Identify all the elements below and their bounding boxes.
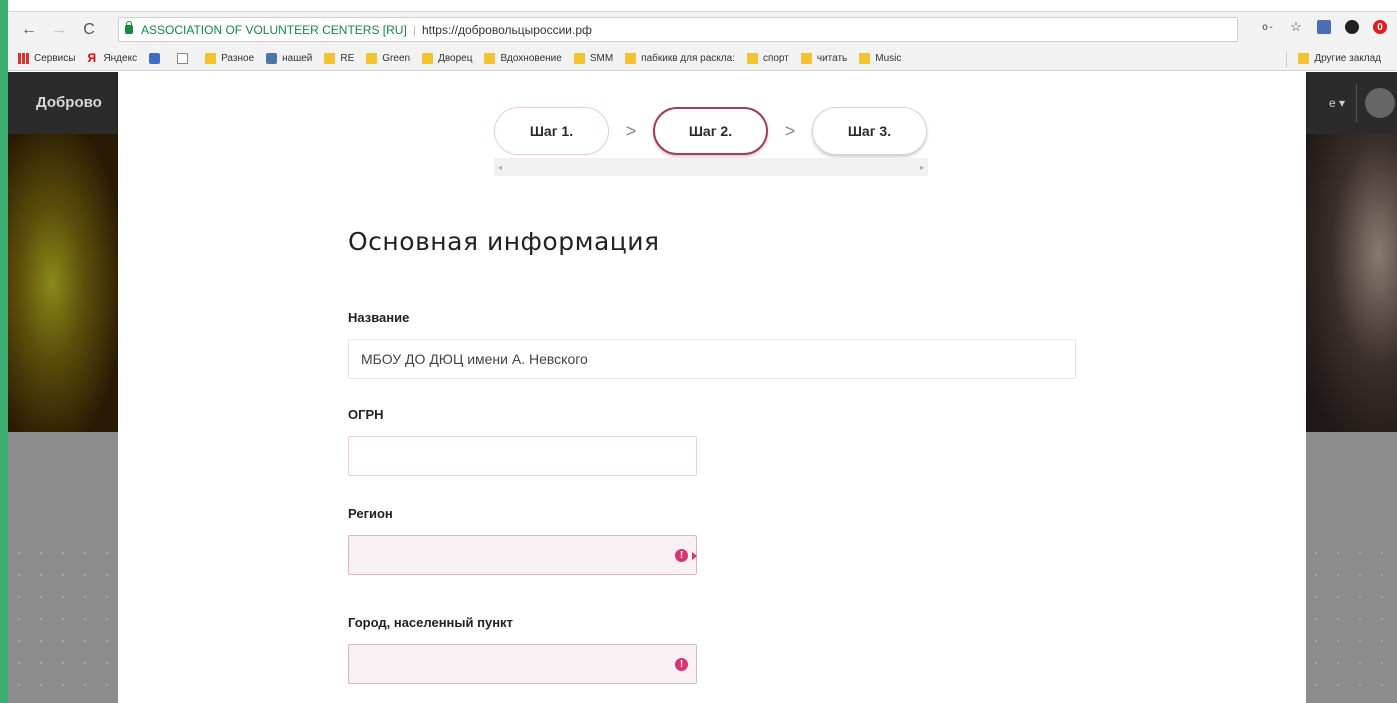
- blue-app-icon: [149, 53, 161, 64]
- registration-modal: Шаг 1. > Шаг 2. > Шаг 3. ◂ ▸ Основная ин…: [118, 72, 1306, 703]
- step-indicator: Шаг 1. > Шаг 2. > Шаг 3.: [494, 107, 927, 155]
- bookmarks-bar: Сервисы Я Яндекс Разное нашей RE Green Дв…: [8, 47, 1397, 71]
- bookmark-music[interactable]: Music: [859, 53, 901, 64]
- site-identity: ASSOCIATION OF VOLUNTEER CENTERS [RU]: [141, 22, 407, 37]
- key-icon[interactable]: o-: [1261, 20, 1275, 34]
- url-text: https://добровольцыроссии.рф: [421, 22, 592, 37]
- yandex-icon: Я: [87, 51, 97, 65]
- ogrn-field[interactable]: [348, 436, 697, 476]
- address-bar[interactable]: ASSOCIATION OF VOLUNTEER CENTERS [RU] | …: [118, 17, 1238, 42]
- folder-icon: [324, 53, 336, 64]
- hero-image-right: [1305, 134, 1397, 432]
- bookmark-other[interactable]: Другие заклад: [1298, 53, 1381, 64]
- back-button[interactable]: ←: [18, 19, 40, 41]
- bookmark-nashei[interactable]: нашей: [266, 53, 312, 64]
- region-label: Регион: [348, 506, 393, 521]
- ogrn-label: ОГРН: [348, 407, 384, 422]
- ext-blue-icon[interactable]: [1317, 20, 1331, 34]
- folder-icon: [746, 53, 758, 64]
- error-icon: !: [675, 658, 688, 671]
- folder-icon: [573, 53, 585, 64]
- bookmark-dvorets[interactable]: Дворец: [422, 53, 472, 64]
- bookmark-doc[interactable]: [177, 53, 193, 64]
- bookmark-chitat[interactable]: читать: [800, 53, 847, 64]
- step-1[interactable]: Шаг 1.: [494, 107, 609, 155]
- bookmark-raznoe[interactable]: Разное: [205, 53, 254, 64]
- forward-button[interactable]: →: [48, 19, 70, 41]
- scroll-right-icon[interactable]: ▸: [920, 163, 924, 172]
- folder-icon: [484, 53, 496, 64]
- scroll-left-icon[interactable]: ◂: [498, 163, 502, 172]
- steps-scrollbar[interactable]: ◂ ▸: [494, 158, 928, 176]
- dot-pattern-right: [1305, 542, 1397, 703]
- apps-icon: [18, 53, 29, 64]
- folder-icon: [1298, 53, 1310, 64]
- dot-pattern-left: [8, 542, 118, 703]
- error-icon: !: [675, 549, 688, 562]
- extensions-area: o- ☆ 0: [1261, 19, 1387, 34]
- header-divider: [1356, 84, 1357, 122]
- city-field[interactable]: !: [348, 644, 697, 684]
- arrow-right-icon: [692, 552, 697, 560]
- bookmark-services[interactable]: Сервисы: [18, 53, 75, 64]
- url-separator: |: [412, 22, 416, 37]
- basic-info-form: Основная информация Название МБОУ ДО ДЮЦ…: [348, 227, 1078, 684]
- doc-icon: [177, 53, 189, 64]
- city-label: Город, населенный пункт: [348, 615, 513, 630]
- bookmark-blue-app[interactable]: [149, 53, 165, 64]
- name-label: Название: [348, 310, 410, 325]
- step-2[interactable]: Шаг 2.: [653, 107, 768, 155]
- browser-toolbar: ← → C ASSOCIATION OF VOLUNTEER CENTERS […: [8, 11, 1397, 47]
- bookmark-green[interactable]: Green: [366, 53, 410, 64]
- bookmark-sport[interactable]: спорт: [746, 53, 789, 64]
- bookmark-pabliki[interactable]: пабкикв для раcкла:: [625, 53, 735, 64]
- name-value: МБОУ ДО ДЮЦ имени А. Невского: [361, 351, 588, 367]
- folder-icon: [625, 53, 637, 64]
- reload-button[interactable]: C: [78, 19, 100, 41]
- opera-icon[interactable]: 0: [1373, 20, 1387, 34]
- bookmark-re[interactable]: RE: [324, 53, 354, 64]
- region-field[interactable]: !: [348, 535, 697, 575]
- bookmark-vdokhnovenie[interactable]: Вдохновение: [484, 53, 562, 64]
- name-field[interactable]: МБОУ ДО ДЮЦ имени А. Невского: [348, 339, 1076, 379]
- step-3[interactable]: Шаг 3.: [812, 107, 927, 155]
- vk-icon: [266, 53, 278, 64]
- bookmark-yandex[interactable]: Я Яндекс: [87, 51, 137, 65]
- star-icon[interactable]: ☆: [1289, 19, 1303, 34]
- bookmark-smm[interactable]: SMM: [573, 53, 613, 64]
- chevron-right-icon: >: [625, 120, 637, 141]
- site-logo: Доброво: [36, 94, 102, 111]
- folder-icon: [366, 53, 378, 64]
- section-title: Основная информация: [348, 227, 660, 256]
- folder-icon: [859, 53, 871, 64]
- ext-dark-icon[interactable]: [1345, 20, 1359, 34]
- lock-icon: [125, 21, 133, 34]
- folder-icon: [205, 53, 217, 64]
- chevron-right-icon: >: [784, 120, 796, 141]
- window-edge: [0, 0, 8, 703]
- avatar[interactable]: [1365, 88, 1395, 118]
- folder-icon: [800, 53, 812, 64]
- hero-image-left: [8, 134, 118, 432]
- site-menu[interactable]: е ▾: [1329, 96, 1345, 110]
- folder-icon: [422, 53, 434, 64]
- bookmarks-divider: [1286, 51, 1287, 67]
